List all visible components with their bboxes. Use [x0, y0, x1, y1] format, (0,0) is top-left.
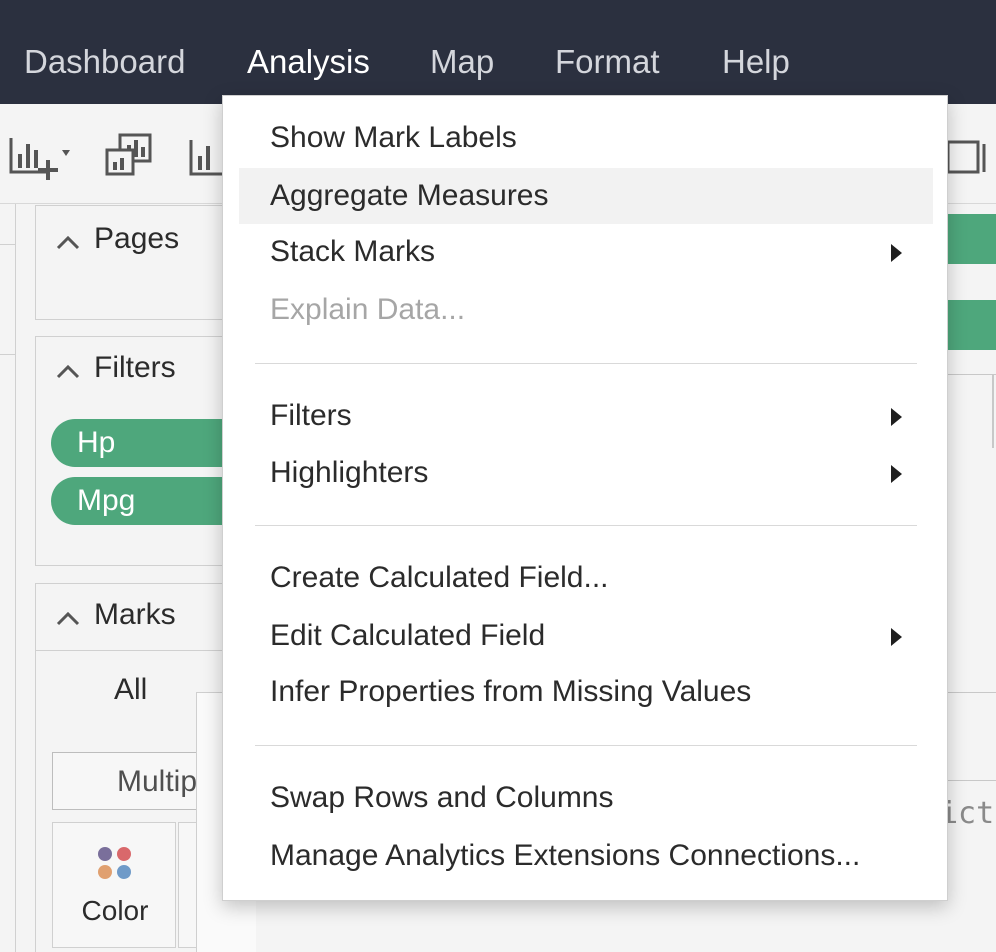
divider — [992, 374, 994, 448]
menu-bar: Dashboard Analysis Map Format Help — [0, 0, 996, 104]
submenu-arrow-icon — [891, 244, 902, 262]
menu-item-label: Create Calculated Field... — [270, 561, 609, 594]
view-text-fragment: ict — [940, 796, 995, 831]
menu-item-show-mark-labels[interactable]: Show Mark Labels — [239, 110, 933, 166]
menu-help[interactable]: Help — [722, 40, 790, 84]
menu-item-label: Show Mark Labels — [270, 121, 517, 154]
menu-item-label: Infer Properties from Missing Values — [270, 675, 752, 708]
pages-title: Pages — [94, 222, 180, 255]
menu-item-create-calculated-field[interactable]: Create Calculated Field... — [239, 550, 933, 606]
color-dot — [98, 865, 112, 879]
submenu-arrow-icon — [891, 628, 902, 646]
menu-item-infer-properties[interactable]: Infer Properties from Missing Values — [239, 664, 933, 720]
menu-separator — [255, 525, 917, 526]
marks-all-label: All — [114, 673, 148, 706]
menu-item-label: Manage Analytics Extensions Connections.… — [270, 839, 861, 872]
menu-item-label: Aggregate Measures — [270, 179, 549, 212]
menu-item-explain-data: Explain Data... — [239, 282, 933, 338]
mark-type-label: Multip — [117, 765, 198, 798]
menu-item-label: Stack Marks — [270, 235, 436, 268]
color-label: Color — [81, 895, 149, 926]
submenu-arrow-icon — [891, 465, 902, 483]
menu-dashboard[interactable]: Dashboard — [24, 40, 185, 84]
presentation-mode-icon[interactable] — [946, 134, 992, 178]
color-dot — [117, 865, 131, 879]
menu-separator — [255, 745, 917, 746]
caret-up-icon[interactable] — [56, 234, 80, 250]
new-worksheet-icon[interactable] — [8, 134, 72, 182]
menu-item-aggregate-measures[interactable]: Aggregate Measures — [239, 168, 933, 224]
caret-up-icon[interactable] — [56, 363, 80, 379]
menu-item-edit-calculated-field[interactable]: Edit Calculated Field — [239, 608, 933, 664]
menu-item-label: Swap Rows and Columns — [270, 781, 614, 814]
marks-title: Marks — [94, 598, 176, 631]
divider — [946, 780, 996, 781]
menu-item-label: Edit Calculated Field — [270, 619, 546, 652]
color-button[interactable]: Color — [52, 822, 176, 948]
divider — [0, 244, 16, 245]
filter-pill-mpg[interactable]: Mpg — [51, 477, 241, 525]
mark-type-dropdown[interactable]: Multip — [52, 752, 212, 810]
menu-item-highlighters[interactable]: Highlighters — [239, 445, 933, 501]
new-dashboard-icon[interactable] — [104, 132, 154, 178]
caret-up-icon[interactable] — [56, 610, 80, 626]
filter-pill-hp[interactable]: Hp — [51, 419, 241, 467]
analysis-menu: Show Mark Labels Aggregate Measures Stac… — [222, 95, 948, 901]
menu-format[interactable]: Format — [555, 40, 660, 84]
data-pane-edge — [0, 204, 16, 952]
menu-item-label: Explain Data... — [270, 293, 466, 326]
submenu-arrow-icon — [891, 408, 902, 426]
menu-item-stack-marks[interactable]: Stack Marks — [239, 224, 933, 280]
filters-card: Filters Hp Mpg — [35, 336, 241, 566]
menu-item-manage-analytics-extensions[interactable]: Manage Analytics Extensions Connections.… — [239, 828, 933, 884]
menu-item-label: Filters — [270, 399, 352, 432]
pages-card: Pages — [35, 205, 225, 320]
divider — [946, 692, 996, 693]
color-dot — [117, 847, 131, 861]
divider — [0, 354, 16, 355]
menu-separator — [255, 363, 917, 364]
color-dot — [98, 847, 112, 861]
menu-item-filters[interactable]: Filters — [239, 388, 933, 444]
menu-analysis[interactable]: Analysis — [247, 40, 370, 84]
menu-item-label: Highlighters — [270, 456, 429, 489]
menu-map[interactable]: Map — [430, 40, 494, 84]
divider — [946, 374, 996, 375]
menu-item-swap-rows-columns[interactable]: Swap Rows and Columns — [239, 770, 933, 826]
filters-title: Filters — [94, 351, 176, 384]
